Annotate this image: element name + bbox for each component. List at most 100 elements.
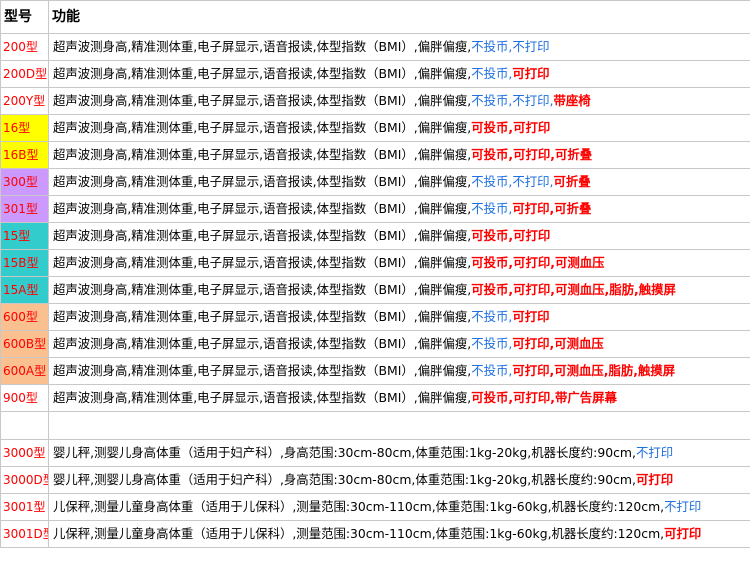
function-blue-text: 不投币, [471, 309, 513, 324]
model-cell: 3000D型 [0, 466, 49, 494]
table-row: 200Y型 超声波测身高,精准测体重,电子屏显示,语音报读,体型指数（BMI）,偏… [0, 87, 750, 115]
function-base-text: 超声波测身高,精准测体重,电子屏显示,语音报读,体型指数（BMI）,偏胖偏瘦, [53, 93, 472, 108]
function-red-text: 可折叠 [553, 174, 591, 189]
function-base-text: 超声波测身高,精准测体重,电子屏显示,语音报读,体型指数（BMI）,偏胖偏瘦, [53, 336, 472, 351]
function-cell: 超声波测身高,精准测体重,电子屏显示,语音报读,体型指数（BMI）,偏胖偏瘦,可… [48, 141, 750, 169]
model-cell: 600型 [0, 303, 49, 331]
function-base-text: 超声波测身高,精准测体重,电子屏显示,语音报读,体型指数（BMI）,偏胖偏瘦, [53, 174, 472, 189]
function-base-text: 超声波测身高,精准测体重,电子屏显示,语音报读,体型指数（BMI）,偏胖偏瘦, [53, 201, 472, 216]
function-base-text: 超声波测身高,精准测体重,电子屏显示,语音报读,体型指数（BMI）,偏胖偏瘦, [53, 147, 472, 162]
function-base-text: 超声波测身高,精准测体重,电子屏显示,语音报读,体型指数（BMI）,偏胖偏瘦, [53, 66, 472, 81]
model-cell: 15A型 [0, 276, 49, 304]
function-cell: 超声波测身高,精准测体重,电子屏显示,语音报读,体型指数（BMI）,偏胖偏瘦,可… [48, 114, 750, 142]
function-blue-text: 不投币, [471, 363, 513, 378]
function-blue-text: 不投币,不打印, [471, 93, 554, 108]
model-cell: 900型 [0, 384, 49, 412]
function-base-text: 婴儿秤,测婴儿身高体重（适用于妇产科）,身高范围:30cm-80cm,体重范围:… [53, 445, 636, 460]
function-base-text: 婴儿秤,测婴儿身高体重（适用于妇产科）,身高范围:30cm-80cm,体重范围:… [53, 472, 636, 487]
table-row: 3001型 儿保秤,测量儿童身高体重（适用于儿保科）,测量范围:30cm-110c… [0, 493, 750, 521]
function-cell [48, 411, 750, 440]
function-cell: 超声波测身高,精准测体重,电子屏显示,语音报读,体型指数（BMI）,偏胖偏瘦,不… [48, 330, 750, 358]
function-cell: 超声波测身高,精准测体重,电子屏显示,语音报读,体型指数（BMI）,偏胖偏瘦,不… [48, 87, 750, 115]
function-cell: 超声波测身高,精准测体重,电子屏显示,语音报读,体型指数（BMI）,偏胖偏瘦,不… [48, 33, 750, 61]
model-cell: 200Y型 [0, 87, 49, 115]
table-row: 16型 超声波测身高,精准测体重,电子屏显示,语音报读,体型指数（BMI）,偏胖偏… [0, 114, 750, 142]
model-cell: 301型 [0, 195, 49, 223]
function-red-text: 可投币,可打印,可折叠 [471, 147, 593, 162]
function-red-text: 带座椅 [553, 93, 591, 108]
table-row: 3000D型婴儿秤,测婴儿身高体重（适用于妇产科）,身高范围:30cm-80cm… [0, 466, 750, 494]
function-red-text: 可打印,可折叠 [512, 201, 592, 216]
table-row: 600B型 超声波测身高,精准测体重,电子屏显示,语音报读,体型指数（BMI）,偏… [0, 330, 750, 358]
function-red-text: 可投币,可打印 [471, 228, 551, 243]
function-cell: 儿保秤,测量儿童身高体重（适用于儿保科）,测量范围:30cm-110cm,体重范… [48, 520, 750, 548]
table-row: 3001D型儿保秤,测量儿童身高体重（适用于儿保科）,测量范围:30cm-110… [0, 520, 750, 548]
function-red-text: 可投币,可打印,带广告屏幕 [471, 390, 617, 405]
function-cell: 超声波测身高,精准测体重,电子屏显示,语音报读,体型指数（BMI）,偏胖偏瘦,不… [48, 195, 750, 223]
model-cell: 300型 [0, 168, 49, 196]
model-cell: 3001型 [0, 493, 49, 521]
function-base-text: 超声波测身高,精准测体重,电子屏显示,语音报读,体型指数（BMI）,偏胖偏瘦, [53, 39, 472, 54]
function-blue-text: 不投币, [471, 336, 513, 351]
function-red-text: 可打印 [512, 66, 550, 81]
function-blue-text: 不投币, [471, 66, 513, 81]
table-row: 200型 超声波测身高,精准测体重,电子屏显示,语音报读,体型指数（BMI）,偏胖… [0, 33, 750, 61]
function-cell: 超声波测身高,精准测体重,电子屏显示,语音报读,体型指数（BMI）,偏胖偏瘦,可… [48, 276, 750, 304]
spec-table-body: 型号 功能 200型 超声波测身高,精准测体重,电子屏显示,语音报读,体型指数（B… [0, 0, 750, 548]
model-cell: 16型 [0, 114, 49, 142]
model-cell: 15型 [0, 222, 49, 250]
function-cell: 超声波测身高,精准测体重,电子屏显示,语音报读,体型指数（BMI）,偏胖偏瘦,可… [48, 249, 750, 277]
model-cell: 600A型 [0, 357, 49, 385]
function-base-text: 超声波测身高,精准测体重,电子屏显示,语音报读,体型指数（BMI）,偏胖偏瘦, [53, 309, 472, 324]
function-red-text: 可投币,可打印 [471, 120, 551, 135]
function-base-text: 超声波测身高,精准测体重,电子屏显示,语音报读,体型指数（BMI）,偏胖偏瘦, [53, 255, 472, 270]
table-row: 16B型 超声波测身高,精准测体重,电子屏显示,语音报读,体型指数（BMI）,偏胖… [0, 141, 750, 169]
function-cell: 超声波测身高,精准测体重,电子屏显示,语音报读,体型指数（BMI）,偏胖偏瘦,不… [48, 60, 750, 88]
function-cell: 超声波测身高,精准测体重,电子屏显示,语音报读,体型指数（BMI）,偏胖偏瘦,不… [48, 303, 750, 331]
function-cell: 超声波测身高,精准测体重,电子屏显示,语音报读,体型指数（BMI）,偏胖偏瘦,不… [48, 168, 750, 196]
function-red-text: 可打印 [664, 526, 702, 541]
table-row: 200D型 超声波测身高,精准测体重,电子屏显示,语音报读,体型指数（BMI）,偏… [0, 60, 750, 88]
model-cell: 200D型 [0, 60, 49, 88]
table-row: 600型 超声波测身高,精准测体重,电子屏显示,语音报读,体型指数（BMI）,偏胖… [0, 303, 750, 331]
header-row: 型号 功能 [0, 0, 750, 34]
function-blue-text: 不投币,不打印, [471, 174, 554, 189]
function-red-text: 可投币,可打印,可测血压,脂肪,触摸屏 [471, 282, 676, 297]
function-base-text: 超声波测身高,精准测体重,电子屏显示,语音报读,体型指数（BMI）,偏胖偏瘦, [53, 390, 472, 405]
function-cell: 婴儿秤,测婴儿身高体重（适用于妇产科）,身高范围:30cm-80cm,体重范围:… [48, 439, 750, 467]
table-row: 301型 超声波测身高,精准测体重,电子屏显示,语音报读,体型指数（BMI）,偏胖… [0, 195, 750, 223]
function-cell: 超声波测身高,精准测体重,电子屏显示,语音报读,体型指数（BMI）,偏胖偏瘦,可… [48, 384, 750, 412]
table-row: 600A型 超声波测身高,精准测体重,电子屏显示,语音报读,体型指数（BMI）,偏… [0, 357, 750, 385]
table-row: 15B型 超声波测身高,精准测体重,电子屏显示,语音报读,体型指数（BMI）,偏胖… [0, 249, 750, 277]
model-cell [0, 411, 49, 440]
function-red-text: 可投币,可打印,可测血压 [471, 255, 605, 270]
function-cell: 儿保秤,测量儿童身高体重（适用于儿保科）,测量范围:30cm-110cm,体重范… [48, 493, 750, 521]
table-row: 300型 超声波测身高,精准测体重,电子屏显示,语音报读,体型指数（BMI）,偏胖… [0, 168, 750, 196]
header-model: 型号 [0, 0, 49, 34]
function-cell: 超声波测身高,精准测体重,电子屏显示,语音报读,体型指数（BMI）,偏胖偏瘦,不… [48, 357, 750, 385]
function-red-text: 可打印 [512, 309, 550, 324]
header-function: 功能 [48, 0, 750, 34]
function-blue-text: 不投币,不打印 [471, 39, 550, 54]
model-cell: 3001D型 [0, 520, 49, 548]
model-cell: 600B型 [0, 330, 49, 358]
model-cell: 200型 [0, 33, 49, 61]
spec-table: 型号 功能 200型 超声波测身高,精准测体重,电子屏显示,语音报读,体型指数（B… [0, 0, 750, 548]
function-base-text: 超声波测身高,精准测体重,电子屏显示,语音报读,体型指数（BMI）,偏胖偏瘦, [53, 120, 472, 135]
blank-row [0, 411, 750, 440]
table-row: 3000型 婴儿秤,测婴儿身高体重（适用于妇产科）,身高范围:30cm-80cm,… [0, 439, 750, 467]
function-blue-text: 不打印 [635, 445, 674, 460]
function-cell: 婴儿秤,测婴儿身高体重（适用于妇产科）,身高范围:30cm-80cm,体重范围:… [48, 466, 750, 494]
model-cell: 3000型 [0, 439, 49, 467]
function-blue-text: 不投币, [471, 201, 513, 216]
function-red-text: 可打印,可测血压,脂肪,触摸屏 [512, 363, 676, 378]
function-base-text: 超声波测身高,精准测体重,电子屏显示,语音报读,体型指数（BMI）,偏胖偏瘦, [53, 228, 472, 243]
function-base-text: 儿保秤,测量儿童身高体重（适用于儿保科）,测量范围:30cm-110cm,体重范… [53, 526, 665, 541]
function-blue-text: 不打印 [664, 499, 702, 514]
function-red-text: 可打印 [635, 472, 674, 487]
table-row: 900型 超声波测身高,精准测体重,电子屏显示,语音报读,体型指数（BMI）,偏胖… [0, 384, 750, 412]
function-cell: 超声波测身高,精准测体重,电子屏显示,语音报读,体型指数（BMI）,偏胖偏瘦,可… [48, 222, 750, 250]
table-row: 15型 超声波测身高,精准测体重,电子屏显示,语音报读,体型指数（BMI）,偏胖偏… [0, 222, 750, 250]
function-base-text: 超声波测身高,精准测体重,电子屏显示,语音报读,体型指数（BMI）,偏胖偏瘦, [53, 363, 472, 378]
model-cell: 16B型 [0, 141, 49, 169]
